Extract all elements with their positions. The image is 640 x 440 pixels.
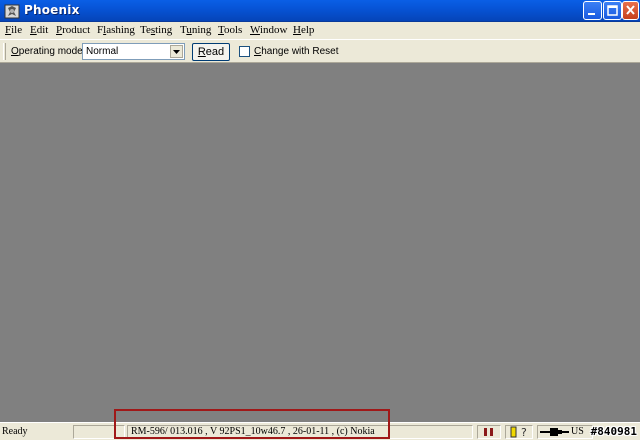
menu-tuning[interactable]: Tuning: [180, 24, 211, 36]
change-with-reset-checkbox[interactable]: [239, 46, 250, 57]
toolbar-grip[interactable]: [3, 43, 6, 60]
help-question-icon[interactable]: ?: [520, 426, 530, 438]
operating-mode-select[interactable]: Normal: [82, 43, 185, 60]
operating-mode-value: Normal: [86, 46, 119, 57]
connection-type-text: US: [571, 426, 584, 437]
menu-help[interactable]: Help: [293, 24, 314, 36]
usb-connector-icon: [540, 428, 569, 436]
menu-flashing[interactable]: Flashing: [97, 24, 135, 36]
menu-tools[interactable]: Tools: [218, 24, 242, 36]
title-bar[interactable]: Phoenix: [0, 0, 640, 22]
operating-mode-label: Operating mode:: [11, 46, 86, 57]
maximize-button[interactable]: [603, 1, 622, 20]
close-icon: [626, 5, 635, 15]
change-with-reset-label[interactable]: Change with Reset: [254, 46, 339, 57]
pause-indicator-icon: [484, 428, 493, 436]
read-button[interactable]: Read: [192, 43, 230, 61]
device-info-highlight: [114, 409, 390, 439]
status-ready-text: Ready: [2, 426, 28, 437]
close-button[interactable]: [622, 1, 639, 20]
battery-icon: [510, 426, 517, 438]
svg-text:?: ?: [521, 426, 527, 438]
mdi-workspace: [0, 63, 640, 422]
phoenix-app-icon: [4, 4, 20, 19]
menu-product[interactable]: Product: [56, 24, 90, 36]
menu-testing[interactable]: Testing: [140, 24, 172, 36]
menu-file[interactable]: File: [5, 24, 22, 36]
watermark-id: #840981: [590, 425, 637, 438]
chevron-down-icon: [173, 50, 180, 54]
minimize-icon: [588, 13, 595, 15]
minimize-button[interactable]: [583, 1, 602, 20]
menu-edit[interactable]: Edit: [30, 24, 48, 36]
maximize-icon: [607, 5, 618, 16]
dropdown-arrow-button[interactable]: [170, 45, 183, 58]
menu-window[interactable]: Window: [250, 24, 287, 36]
window-title: Phoenix: [24, 3, 80, 17]
menu-bar: File Edit Product Flashing Testing Tunin…: [0, 22, 640, 39]
toolbar: Operating mode: Normal Read Change with …: [0, 39, 640, 63]
